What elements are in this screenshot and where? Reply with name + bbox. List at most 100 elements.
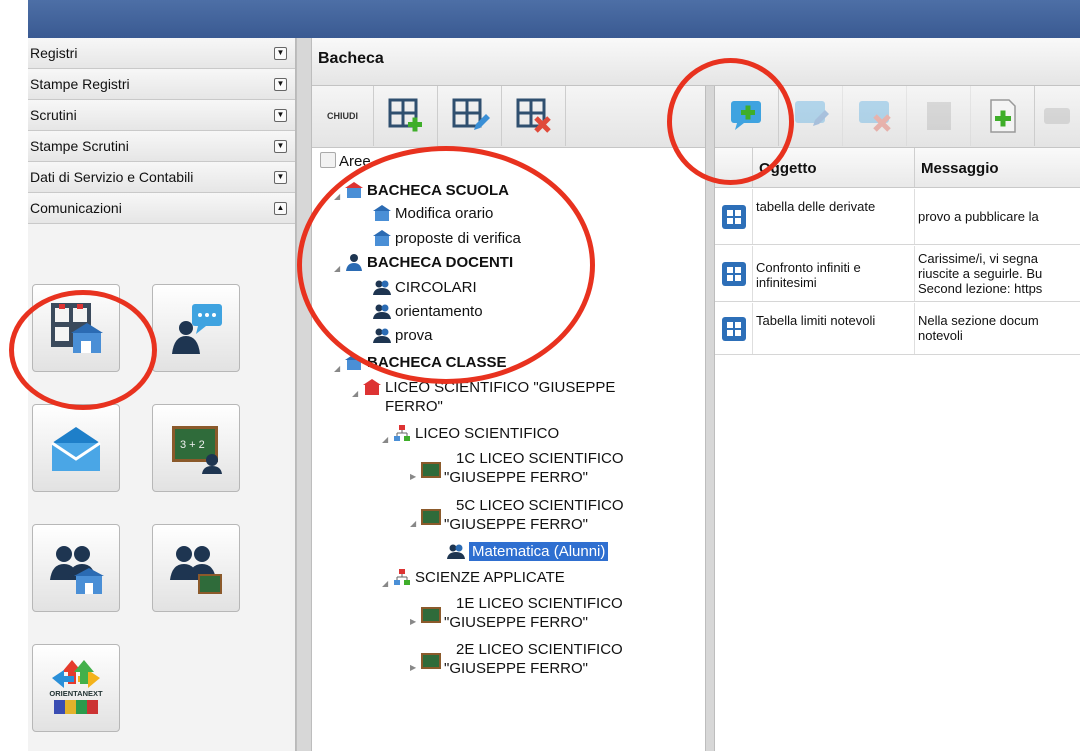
sidebar-item-scrutini[interactable]: Scrutini ▼: [28, 100, 295, 131]
tree-node-label-line2: "GIUSEPPE FERRO": [444, 660, 589, 677]
tree-node-liceo-scientifico[interactable]: ◢ LICEO SCIENTIFICO: [382, 424, 559, 449]
tree-node-scienze-applicate[interactable]: ◢ SCIENZE APPLICATE: [382, 568, 565, 593]
tree-node-liceo-ferro[interactable]: ◢ LICEO SCIENTIFICO "GIUSEPPE FERRO": [352, 378, 615, 416]
tree-node-bacheca-classe[interactable]: ◢ BACHECA CLASSE: [334, 353, 506, 378]
messaggi-tile[interactable]: [32, 404, 120, 492]
grid-edit-icon: [452, 98, 490, 130]
expand-arrow-icon: ◢: [382, 435, 389, 444]
sidebar-item-label: Scrutini: [30, 107, 77, 123]
sidebar-item-label: Comunicazioni: [30, 200, 122, 216]
tree-node-label-line1: 5C LICEO SCIENTIFICO: [456, 497, 624, 514]
column-header-oggetto[interactable]: Oggetto: [753, 148, 915, 187]
blackboard-icon: [421, 509, 441, 525]
chevron-down-icon[interactable]: ▼: [274, 170, 287, 184]
hierarchy-icon: [394, 425, 410, 441]
grid-add-icon: [388, 98, 422, 132]
message-add-icon: [730, 101, 761, 130]
page-title: Bacheca: [312, 38, 1080, 86]
sidebar-splitter[interactable]: [296, 38, 312, 751]
group-icon: [373, 304, 391, 319]
table-row[interactable]: Tabella limiti notevoli Nella sezione do…: [715, 303, 1080, 355]
tree-node-bacheca-scuola[interactable]: ◢ BACHECA SCUOLA: [334, 181, 509, 206]
tree-node-label-line1: LICEO SCIENTIFICO "GIUSEPPE: [385, 379, 616, 396]
document-add-icon: [989, 99, 1016, 133]
school-icon: [345, 182, 363, 198]
tree-node-2e[interactable]: ▶ 2E LICEO SCIENTIFICO "GIUSEPPE FERRO": [410, 640, 623, 678]
chevron-down-icon[interactable]: ▼: [274, 46, 287, 60]
gruppo-scuola-tile[interactable]: [32, 524, 120, 612]
expand-arrow-icon: ▶: [410, 617, 417, 626]
teacher-chat-icon: [172, 304, 222, 354]
teacher-icon: [346, 254, 362, 271]
message-grid-icon: [721, 261, 746, 286]
blackboard-icon: [421, 462, 441, 478]
tree-node-1c[interactable]: ▶ 1C LICEO SCIENTIFICO "GIUSEPPE FERRO": [410, 449, 624, 487]
more-button[interactable]: [1035, 86, 1075, 146]
tree-node-prova[interactable]: prova: [372, 326, 433, 345]
tree-node-label-line1: 1E LICEO SCIENTIFICO: [456, 595, 623, 612]
group-class-icon: [170, 546, 222, 594]
sidebar-item-stampe-scrutini[interactable]: Stampe Scrutini ▼: [28, 131, 295, 162]
expand-arrow-icon: ▶: [410, 663, 417, 672]
message-edit-icon: [794, 101, 829, 126]
tree-node-label-line1: 2E LICEO SCIENTIFICO: [456, 641, 623, 658]
panel-splitter[interactable]: [705, 86, 715, 751]
group-icon: [373, 328, 391, 343]
chevron-down-icon[interactable]: ▼: [274, 77, 287, 91]
chevron-up-icon[interactable]: ▲: [274, 201, 287, 215]
cell-messaggio: Carissime/i, vi segna riuscite a seguirl…: [918, 251, 1043, 296]
lavagna-tile[interactable]: 3 + 2: [152, 404, 240, 492]
tree-node-bacheca-docenti[interactable]: ◢ BACHECA DOCENTI: [334, 253, 513, 278]
bacheca-tile[interactable]: [32, 284, 120, 372]
sidebar-item-comunicazioni[interactable]: Comunicazioni ▲: [28, 193, 295, 224]
message-grid-icon: [721, 204, 746, 229]
sidebar-item-label: Dati di Servizio e Contabili: [30, 169, 194, 185]
cell-oggetto: Tabella limiti notevoli: [753, 303, 915, 354]
tree-node-proposte-verifica[interactable]: proposte di verifica: [372, 229, 521, 248]
sidebar-item-dati-servizio[interactable]: Dati di Servizio e Contabili ▼: [28, 162, 295, 193]
tree-node-label-line2: "GIUSEPPE FERRO": [444, 614, 589, 631]
list-button[interactable]: [907, 86, 971, 146]
cell-messaggio: provo a pubblicare la: [918, 209, 1039, 224]
chevron-down-icon[interactable]: ▼: [274, 139, 287, 153]
tree-node-label-line2: "GIUSEPPE FERRO": [444, 516, 589, 533]
sidebar-item-registri[interactable]: Registri ▼: [28, 38, 295, 69]
school-icon: [373, 230, 391, 246]
tree-node-modifica-orario[interactable]: Modifica orario: [372, 204, 493, 223]
expand-arrow-icon: ◢: [334, 264, 341, 273]
tree-node-matematica-alunni[interactable]: Matematica (Alunni): [446, 542, 609, 561]
school-icon: [373, 205, 391, 221]
column-header-messaggio[interactable]: Messaggio: [915, 148, 1080, 187]
tree-node-1e[interactable]: ▶ 1E LICEO SCIENTIFICO "GIUSEPPE FERRO": [410, 594, 623, 632]
tree-node-orientamento[interactable]: orientamento: [372, 302, 483, 321]
orientanext-tile[interactable]: ORIENTANEXT: [32, 644, 120, 732]
table-row[interactable]: Confronto infiniti e infinitesimi Cariss…: [715, 246, 1080, 302]
add-message-button[interactable]: [715, 86, 779, 146]
edit-message-button[interactable]: [779, 86, 843, 146]
delete-area-button[interactable]: [502, 86, 566, 146]
edit-area-button[interactable]: [438, 86, 502, 146]
tree-node-5c[interactable]: ◢ 5C LICEO SCIENTIFICO "GIUSEPPE FERRO": [410, 496, 624, 534]
blackboard-icon: [421, 607, 441, 623]
mail-icon: [51, 427, 101, 471]
orientanext-logo: ORIENTANEXT: [49, 660, 103, 714]
checkbox-icon: [320, 152, 336, 168]
table-row[interactable]: tabella delle derivate provo a pubblicar…: [715, 189, 1080, 245]
orientanext-logo-text: ORIENTANEXT: [49, 689, 103, 698]
tree-root[interactable]: Aree: [320, 152, 371, 171]
svg-text:3 + 2: 3 + 2: [180, 439, 205, 451]
tree-node-label-line1: 1C LICEO SCIENTIFICO: [456, 450, 624, 467]
tree-node-circolari[interactable]: CIRCOLARI: [372, 278, 477, 297]
delete-message-button[interactable]: [843, 86, 907, 146]
sidebar: Registri ▼ Stampe Registri ▼ Scrutini ▼ …: [28, 38, 296, 751]
cell-oggetto: Confronto infiniti e infinitesimi: [753, 246, 915, 301]
close-button[interactable]: CHIUDI: [312, 86, 374, 146]
add-area-button[interactable]: [374, 86, 438, 146]
sidebar-item-stampe-registri[interactable]: Stampe Registri ▼: [28, 69, 295, 100]
chevron-down-icon[interactable]: ▼: [274, 108, 287, 122]
docenti-messaggi-tile[interactable]: [152, 284, 240, 372]
gruppo-classe-tile[interactable]: [152, 524, 240, 612]
add-document-button[interactable]: [971, 86, 1035, 146]
school-icon: [363, 379, 381, 395]
table-header: Oggetto Messaggio: [715, 148, 1080, 188]
